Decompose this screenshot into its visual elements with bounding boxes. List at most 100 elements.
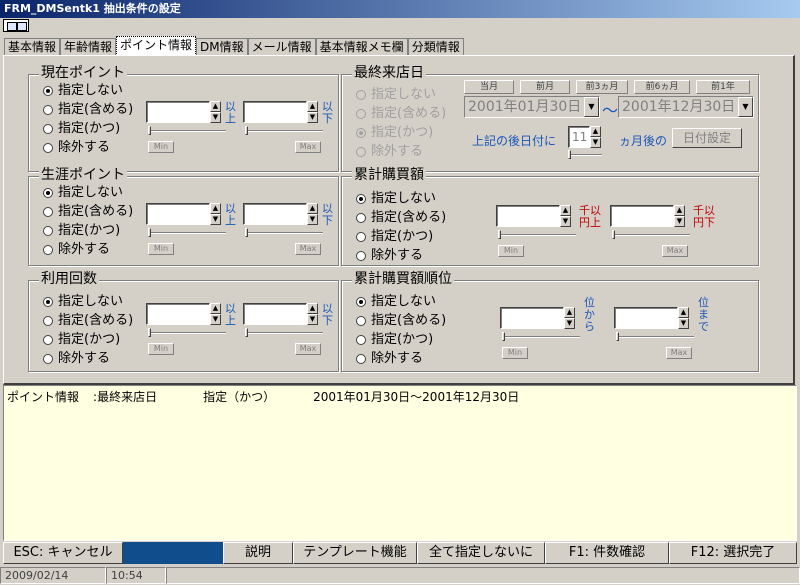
tab-dm-info[interactable]: DM情報 [196, 38, 248, 56]
spin-up-icon[interactable]: ▲ [678, 307, 689, 318]
tab-point-info[interactable]: ポイント情報 [116, 36, 197, 56]
dropdown-arrow-icon[interactable]: ▼ [584, 97, 599, 117]
radio-and[interactable]: 指定(かつ) [43, 121, 120, 137]
radio-none[interactable]: 指定しない [356, 87, 436, 103]
last-3months-button[interactable]: 前3ヵ月 [576, 80, 628, 94]
radio-include[interactable]: 指定(含める) [43, 204, 133, 220]
max-slider[interactable] [612, 230, 690, 239]
radio-none[interactable]: 指定しない [43, 294, 123, 310]
set-date-button[interactable]: 日付設定 [672, 128, 742, 148]
min-point-spinner[interactable]: ▲ ▼ [146, 203, 221, 225]
spin-down-icon[interactable]: ▼ [678, 318, 689, 329]
spin-up-icon[interactable]: ▲ [674, 205, 685, 216]
spin-up-icon[interactable]: ▲ [210, 101, 221, 112]
date-to-combo[interactable]: 2001年12月30日 ▼ [618, 96, 754, 118]
max-amount-input[interactable] [610, 205, 674, 227]
dropdown-arrow-icon[interactable]: ▼ [738, 97, 753, 117]
max-amount-spinner[interactable]: ▲ ▼ [610, 205, 685, 227]
spin-down-icon[interactable]: ▼ [564, 318, 575, 329]
tab-basic-info[interactable]: 基本情報 [4, 38, 61, 56]
condition-summary-log[interactable]: ポイント情報:最終来店日 指定（かつ） 2001年01月30日～2001年12月30… [3, 385, 797, 541]
radio-and[interactable]: 指定(かつ) [356, 125, 433, 141]
radio-include[interactable]: 指定(含める) [356, 210, 446, 226]
radio-include[interactable]: 指定(含める) [356, 313, 446, 329]
spin-down-icon[interactable]: ▼ [210, 214, 221, 225]
tab-memo-info[interactable]: 基本情報メモ欄 [315, 38, 408, 56]
slider-thumb[interactable] [148, 228, 151, 237]
spin-down-icon[interactable]: ▼ [560, 216, 571, 227]
last-month-button[interactable]: 前月 [520, 80, 570, 94]
book-icon[interactable] [3, 19, 29, 32]
months-input[interactable]: 11 [568, 126, 590, 148]
slider-thumb[interactable] [498, 230, 501, 239]
slider-thumb[interactable] [148, 328, 151, 337]
spin-down-icon[interactable]: ▼ [307, 214, 318, 225]
radio-and[interactable]: 指定(かつ) [43, 223, 120, 239]
template-button[interactable]: テンプレート機能 [293, 542, 417, 564]
max-slider[interactable] [616, 332, 694, 341]
min-slider[interactable] [502, 332, 580, 341]
clear-all-button[interactable]: 全て指定しないに [417, 542, 545, 564]
spin-up-icon[interactable]: ▲ [560, 205, 571, 216]
spin-up-icon[interactable]: ▲ [210, 203, 221, 214]
min-amount-input[interactable] [496, 205, 560, 227]
max-rank-input[interactable] [614, 307, 678, 329]
max-point-input[interactable] [243, 203, 307, 225]
min-point-spinner[interactable]: ▲ ▼ [146, 101, 221, 123]
min-amount-spinner[interactable]: ▲ ▼ [496, 205, 571, 227]
slider-thumb[interactable] [616, 332, 619, 341]
tab-age-info[interactable]: 年齢情報 [60, 38, 117, 56]
radio-none[interactable]: 指定しない [356, 294, 436, 310]
radio-none[interactable]: 指定しない [43, 83, 123, 99]
help-button[interactable]: 説明 [223, 542, 293, 564]
max-rank-spinner[interactable]: ▲ ▼ [614, 307, 689, 329]
slider-thumb[interactable] [245, 228, 248, 237]
spin-down-icon[interactable]: ▼ [674, 216, 685, 227]
radio-include[interactable]: 指定(含める) [43, 313, 133, 329]
min-count-spinner[interactable]: ▲ ▼ [146, 303, 221, 325]
slider-thumb[interactable] [502, 332, 505, 341]
min-rank-input[interactable] [500, 307, 564, 329]
months-spinner[interactable]: 11 ▲ ▼ [568, 126, 601, 148]
spin-down-icon[interactable]: ▼ [590, 137, 601, 148]
esc-cancel-button[interactable]: ESC: キャンセル [3, 542, 123, 564]
min-count-input[interactable] [146, 303, 210, 325]
f12-done-button[interactable]: F12: 選択完了 [669, 542, 797, 564]
radio-exclude[interactable]: 除外する [356, 351, 423, 367]
spin-up-icon[interactable]: ▲ [210, 303, 221, 314]
slider-thumb[interactable] [245, 126, 248, 135]
max-slider[interactable] [245, 328, 323, 337]
radio-exclude[interactable]: 除外する [356, 248, 423, 264]
radio-and[interactable]: 指定(かつ) [356, 229, 433, 245]
max-count-input[interactable] [243, 303, 307, 325]
tab-mail-info[interactable]: メール情報 [247, 38, 316, 56]
radio-none[interactable]: 指定しない [43, 185, 123, 201]
last-year-button[interactable]: 前1年 [696, 80, 750, 94]
radio-and[interactable]: 指定(かつ) [356, 332, 433, 348]
spin-down-icon[interactable]: ▼ [210, 314, 221, 325]
slider-thumb[interactable] [245, 328, 248, 337]
min-slider[interactable] [148, 228, 226, 237]
min-rank-spinner[interactable]: ▲ ▼ [500, 307, 575, 329]
radio-and[interactable]: 指定(かつ) [43, 332, 120, 348]
max-point-input[interactable] [243, 101, 307, 123]
radio-include[interactable]: 指定(含める) [356, 106, 446, 122]
max-point-spinner[interactable]: ▲ ▼ [243, 203, 318, 225]
this-month-button[interactable]: 当月 [464, 80, 514, 94]
slider-thumb[interactable] [612, 230, 615, 239]
last-6months-button[interactable]: 前6ヵ月 [634, 80, 690, 94]
max-point-spinner[interactable]: ▲ ▼ [243, 101, 318, 123]
radio-exclude[interactable]: 除外する [356, 144, 423, 160]
radio-exclude[interactable]: 除外する [43, 140, 110, 156]
slider-thumb[interactable] [568, 150, 571, 159]
f1-count-button[interactable]: F1: 件数確認 [545, 542, 669, 564]
spin-up-icon[interactable]: ▲ [590, 126, 601, 137]
spin-up-icon[interactable]: ▲ [564, 307, 575, 318]
max-count-spinner[interactable]: ▲ ▼ [243, 303, 318, 325]
radio-exclude[interactable]: 除外する [43, 351, 110, 367]
min-point-input[interactable] [146, 101, 210, 123]
spin-down-icon[interactable]: ▼ [307, 112, 318, 123]
max-slider[interactable] [245, 228, 323, 237]
spin-up-icon[interactable]: ▲ [307, 303, 318, 314]
spin-up-icon[interactable]: ▲ [307, 101, 318, 112]
